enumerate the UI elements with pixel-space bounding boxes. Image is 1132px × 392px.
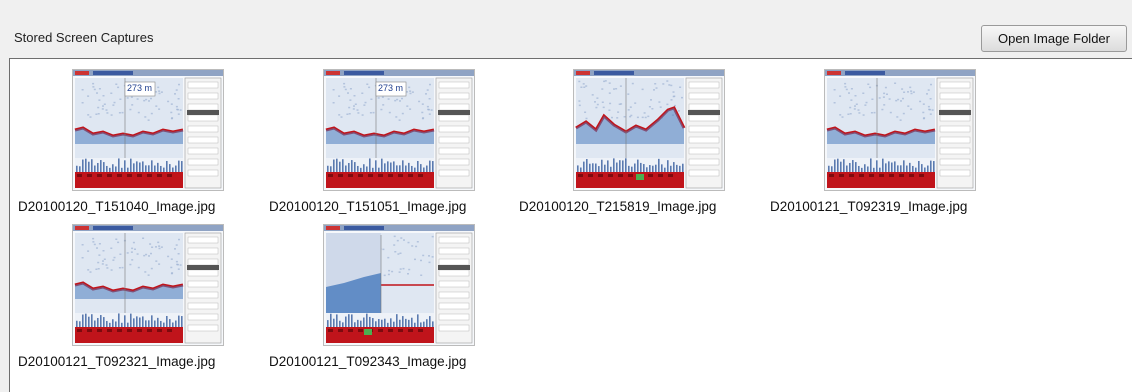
thumbnail-item[interactable]: D20100121_T092321_Image.jpg xyxy=(18,214,268,374)
thumbnail-image[interactable]: 273 m xyxy=(323,69,475,191)
thumbnail-filename[interactable]: D20100120_T151040_Image.jpg xyxy=(18,199,268,214)
thumbnail-item[interactable]: 273 m D20100120_T151051_Image.jpg xyxy=(269,59,519,219)
thumbnail-filename[interactable]: D20100121_T092343_Image.jpg xyxy=(269,354,519,369)
thumbnail-item[interactable]: D20100121_T092319_Image.jpg xyxy=(770,59,1020,219)
thumbnail-item[interactable]: 273 m D20100120_T151040_Image.jpg xyxy=(18,59,268,219)
thumbnail-filename[interactable]: D20100120_T215819_Image.jpg xyxy=(519,199,769,214)
thumbnail-item[interactable]: D20100121_T092343_Image.jpg xyxy=(269,214,519,374)
depth-overlay-label: 273 m xyxy=(127,83,153,93)
header-bar: Stored Screen Captures Open Image Folder xyxy=(0,0,1132,58)
thumbnail-filename[interactable]: D20100121_T092321_Image.jpg xyxy=(18,354,268,369)
thumbnail-filename[interactable]: D20100120_T151051_Image.jpg xyxy=(269,199,519,214)
thumbnail-filename[interactable]: D20100121_T092319_Image.jpg xyxy=(770,199,1020,214)
open-image-folder-button[interactable]: Open Image Folder xyxy=(981,25,1127,52)
thumbnail-image[interactable] xyxy=(72,224,224,346)
thumbnail-image[interactable]: 273 m xyxy=(72,69,224,191)
thumbnail-image[interactable] xyxy=(573,69,725,191)
depth-overlay-label: 273 m xyxy=(378,83,404,93)
thumbnail-image[interactable] xyxy=(824,69,976,191)
captures-panel[interactable]: 273 m D20100120_T151040_Image.jpg 273 m D20… xyxy=(9,58,1132,392)
page-title: Stored Screen Captures xyxy=(14,30,154,45)
thumbnail-image[interactable] xyxy=(323,224,475,346)
thumbnail-item[interactable]: D20100120_T215819_Image.jpg xyxy=(519,59,769,219)
